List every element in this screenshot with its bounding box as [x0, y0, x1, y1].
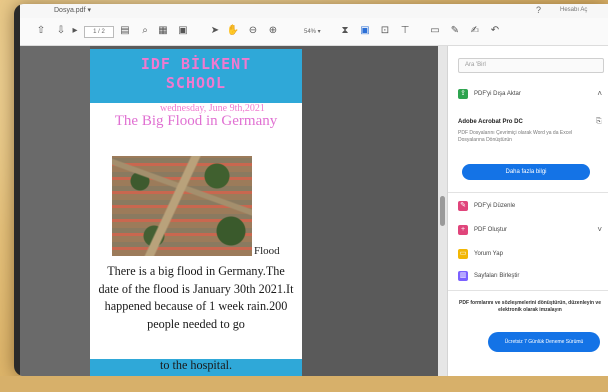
article-title: The Big Flood in Germany	[114, 113, 278, 129]
highlight-pen-icon[interactable]: ✎	[448, 24, 462, 38]
acrobat-pro-title: Adobe Acrobat Pro DC	[458, 119, 523, 125]
create-pdf-tool[interactable]: + PDF Oluştur ˅	[458, 224, 604, 238]
document-view[interactable]: IDF BİLKENT SCHOOL wednesday, June 9th,2…	[20, 46, 447, 376]
flood-aerial-photo	[112, 156, 252, 256]
document-tab[interactable]: Dosya.pdf ▾	[54, 6, 91, 14]
edit-pdf-label: PDF'yi Düzenle	[474, 203, 516, 209]
edit-pdf-tool[interactable]: ✎ PDF'yi Düzenle	[458, 200, 604, 214]
acrobat-description: PDF Dosyalarını Çevrimiçi olarak Word ya…	[458, 130, 573, 143]
link-icon[interactable]: ⎘	[596, 118, 602, 126]
tools-panel: Ara 'Birl ⇪ PDF'yi Dışa Aktar ˄ Adobe Ac…	[447, 46, 608, 376]
organize-pages-label: Sayfaları Birleştir	[474, 273, 520, 279]
undo-icon[interactable]: ↶	[488, 24, 502, 38]
comment-icon[interactable]: ▭	[428, 24, 442, 38]
page-nav-icon[interactable]: ▸	[68, 24, 82, 38]
organize-pages-icon: ▥	[458, 271, 468, 281]
school-banner: IDF BİLKENT SCHOOL	[90, 49, 302, 103]
chevron-up-icon[interactable]: ˄	[597, 89, 602, 98]
zoom-out-icon[interactable]: ⊖	[246, 24, 260, 38]
promo-text: PDF formlarını ve sözleşmelerini dönüştü…	[459, 300, 601, 313]
save-icon[interactable]: ▣	[176, 24, 190, 38]
comment-tool[interactable]: ▭ Yorum Yap	[458, 248, 604, 262]
edit-pdf-icon: ✎	[458, 201, 468, 211]
article-body: There is a big flood in Germany.The date…	[98, 264, 294, 331]
vertical-scrollbar[interactable]	[438, 46, 447, 376]
scrollbar-thumb[interactable]	[440, 196, 445, 226]
sign-icon[interactable]: ✍	[468, 24, 482, 38]
create-pdf-label: PDF Oluştur	[474, 227, 508, 233]
thumbnails-icon[interactable]: ▤	[118, 24, 132, 38]
acrobat-window: Dosya.pdf ▾ ? Hesabı Aç ⇧ ⇩ ▸ 1 / 2 ▤ ⌕ …	[20, 4, 608, 376]
more-info-button[interactable]: Daha fazla bilgi	[462, 164, 590, 180]
banner-line-2: SCHOOL	[165, 74, 227, 92]
full-screen-icon[interactable]: ⊡	[378, 24, 392, 38]
comment-label: Yorum Yap	[474, 251, 503, 257]
export-pdf-tool[interactable]: ⇪ PDF'yi Dışa Aktar ˄	[458, 88, 604, 102]
bottom-frame	[0, 376, 608, 392]
fit-page-icon[interactable]: ⧗	[338, 24, 352, 38]
export-pdf-icon: ⇪	[458, 89, 468, 99]
help-icon[interactable]: ?	[536, 5, 541, 15]
zoom-in-icon[interactable]: ⊕	[266, 24, 280, 38]
read-mode-icon[interactable]: ⊤	[398, 24, 412, 38]
search-icon[interactable]: ⌕	[138, 24, 152, 38]
export-pdf-label: PDF'yi Dışa Aktar	[474, 91, 521, 97]
photo-caption: Flood	[254, 245, 280, 257]
hand-tool-icon[interactable]: ✋	[226, 24, 240, 38]
free-trial-button[interactable]: Ücretsiz 7 Günlük Deneme Sürümü	[488, 332, 600, 352]
comment-tool-icon: ▭	[458, 249, 468, 259]
tool-search-input[interactable]: Ara 'Birl	[458, 58, 604, 73]
left-margin	[20, 46, 90, 376]
panel-divider-2	[448, 290, 608, 291]
chevron-down-icon[interactable]: ˅	[597, 225, 602, 234]
main-toolbar: ⇧ ⇩ ▸ 1 / 2 ▤ ⌕ ▦ ▣ ➤ ✋ ⊖ ⊕ 54% ▾ ⧗ ▣ ⊡ …	[20, 18, 608, 46]
account-link[interactable]: Hesabı Aç	[560, 7, 587, 13]
article-body-end: to the hospital.	[159, 358, 233, 372]
fit-width-icon[interactable]: ▣	[358, 24, 372, 38]
page-number-input[interactable]: 1 / 2	[84, 26, 114, 38]
banner-line-1: IDF BİLKENT	[140, 55, 252, 73]
select-cursor-icon[interactable]: ➤	[208, 24, 222, 38]
panel-divider	[448, 192, 608, 193]
pdf-page: IDF BİLKENT SCHOOL wednesday, June 9th,2…	[90, 49, 302, 376]
title-bar: Dosya.pdf ▾ ? Hesabı Aç	[20, 4, 608, 18]
organize-pages-tool[interactable]: ▥ Sayfaları Birleştir	[458, 270, 604, 284]
zoom-level-select[interactable]: 54% ▾	[304, 28, 321, 35]
page-up-icon[interactable]: ⇧	[34, 24, 48, 38]
print-icon[interactable]: ▦	[156, 24, 170, 38]
create-pdf-icon: +	[458, 225, 468, 235]
monitor-bezel: Dosya.pdf ▾ ? Hesabı Aç ⇧ ⇩ ▸ 1 / 2 ▤ ⌕ …	[14, 4, 608, 376]
page-down-icon[interactable]: ⇩	[54, 24, 68, 38]
